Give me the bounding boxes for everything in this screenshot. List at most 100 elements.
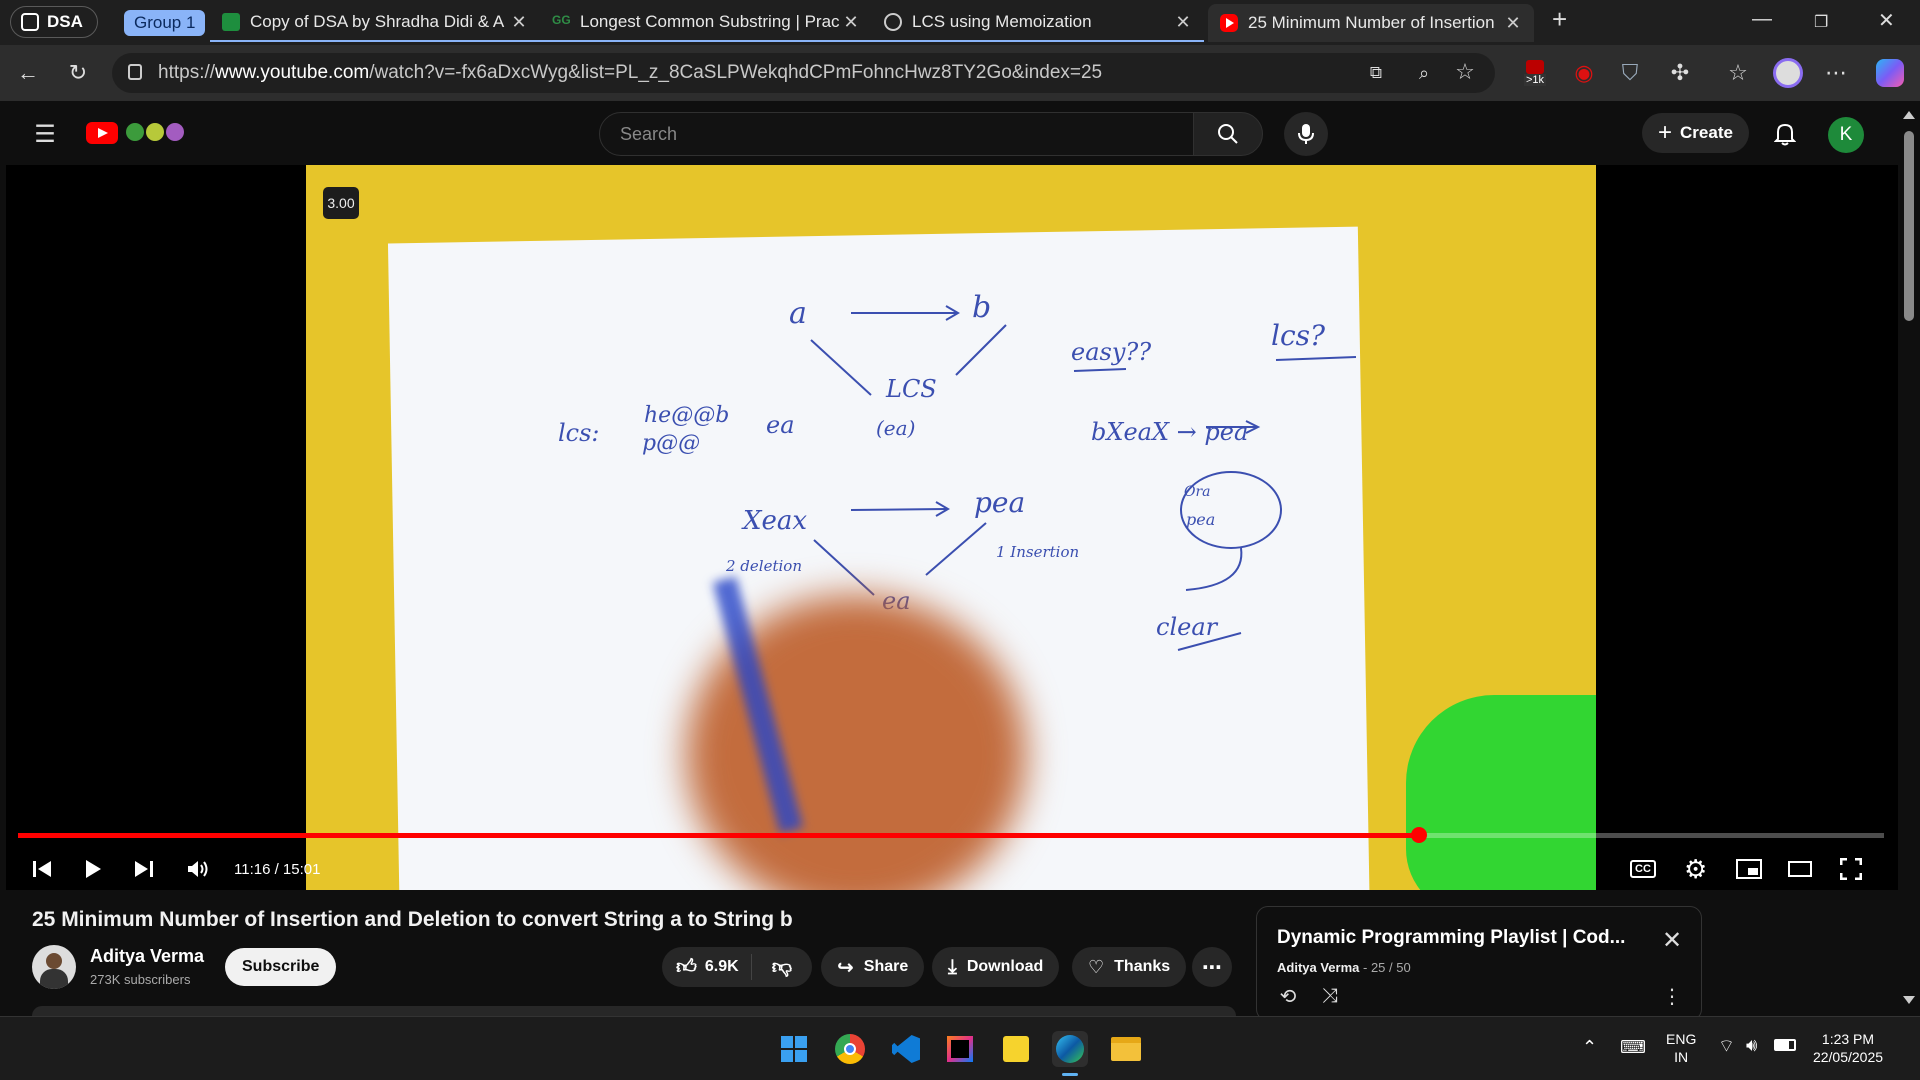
intellij-icon[interactable] xyxy=(942,1031,978,1067)
new-tab-icon[interactable]: + xyxy=(1552,4,1567,35)
zoom-icon[interactable]: ⌕ xyxy=(1412,61,1436,85)
vscode-icon[interactable] xyxy=(888,1031,924,1067)
close-tab-icon[interactable]: ✕ xyxy=(510,12,528,33)
show-hidden-icons-icon[interactable]: ⌃ xyxy=(1582,1037,1597,1058)
doodle-logo[interactable] xyxy=(124,121,188,145)
chrome-icon[interactable] xyxy=(832,1031,868,1067)
channel-name[interactable]: Aditya Verma xyxy=(90,946,204,967)
extension-record-icon[interactable]: ◉ xyxy=(1568,57,1600,89)
create-button[interactable]: + Create xyxy=(1642,113,1749,153)
favorite-star-icon[interactable]: ☆ xyxy=(1452,59,1478,85)
close-tab-icon[interactable]: ✕ xyxy=(1174,12,1192,33)
captions-button[interactable]: CC xyxy=(1630,849,1664,889)
edge-browser-icon[interactable] xyxy=(1052,1031,1088,1067)
playlist-author[interactable]: Aditya Verma xyxy=(1277,960,1359,975)
video-frame[interactable]: a b LCS (ea) lcs: he@@b p@@ ea easy?? lc… xyxy=(306,165,1596,890)
youtube-logo[interactable] xyxy=(86,122,118,144)
miniplayer-icon xyxy=(1736,859,1762,879)
previous-button[interactable] xyxy=(32,849,62,889)
wb-pea: pea xyxy=(974,486,1025,519)
tab-group-label[interactable]: Group 1 xyxy=(124,10,206,36)
share-icon: ↪ xyxy=(837,956,854,979)
close-playlist-icon[interactable]: ✕ xyxy=(1657,925,1687,955)
next-button[interactable] xyxy=(134,849,164,889)
fullscreen-button[interactable] xyxy=(1840,849,1874,889)
sticky-notes-icon[interactable] xyxy=(998,1031,1034,1067)
reload-icon[interactable]: ↻ xyxy=(62,57,94,89)
theater-mode-icon xyxy=(1788,861,1812,877)
thanks-button[interactable]: ♡ Thanks xyxy=(1072,947,1187,987)
dislike-button[interactable]: 👎︎ xyxy=(762,955,802,979)
extension-ublock-icon[interactable]: >1k xyxy=(1520,55,1550,91)
scrollbar-thumb[interactable] xyxy=(1904,131,1914,321)
favorites-icon[interactable]: ☆ xyxy=(1722,57,1754,89)
close-tab-icon[interactable]: ✕ xyxy=(842,12,860,33)
tab-longest-common-substring[interactable]: GG Longest Common Substring | Prac ✕ xyxy=(540,4,872,42)
clock-date: 22/05/2025 xyxy=(1812,1049,1884,1065)
clock[interactable]: 1:23 PM 22/05/2025 xyxy=(1808,1030,1888,1066)
tab-youtube-video[interactable]: 25 Minimum Number of Insertion ✕ xyxy=(1208,4,1534,42)
like-dislike-group: 👍︎ 6.9K 👎︎ xyxy=(662,947,812,987)
more-options-icon[interactable]: ⋯ xyxy=(1820,57,1852,89)
volume-button[interactable] xyxy=(186,849,216,889)
extension-shield-icon[interactable]: ⛉ xyxy=(1614,57,1646,89)
search-input[interactable]: Search xyxy=(599,112,1199,156)
scroll-up-icon[interactable] xyxy=(1903,111,1915,119)
close-window-icon[interactable]: ✕ xyxy=(1878,8,1895,33)
play-button[interactable] xyxy=(84,849,114,889)
windows-start-icon[interactable] xyxy=(776,1031,812,1067)
shuffle-icon[interactable]: ⤨ xyxy=(1315,981,1345,1011)
restore-icon[interactable]: ❐ xyxy=(1814,12,1828,32)
speaker-icon[interactable]: 🔊︎ xyxy=(1746,1035,1757,1056)
language-indicator[interactable]: ENG IN xyxy=(1666,1030,1696,1066)
tab-title: LCS using Memoization xyxy=(912,12,1092,31)
url-path: /watch?v=-fx6aDxcWyg&list=PL_z_8CaSLPWek… xyxy=(369,62,1103,83)
extensions-puzzle-icon[interactable]: ✣ xyxy=(1664,57,1696,89)
miniplayer-button[interactable] xyxy=(1736,849,1770,889)
channel-avatar[interactable] xyxy=(32,945,76,989)
loop-icon[interactable]: ⟲ xyxy=(1273,981,1303,1011)
workspace-label: DSA xyxy=(47,12,83,31)
workspace-button[interactable]: DSA xyxy=(10,6,98,38)
open-in-app-icon[interactable]: ⧉ xyxy=(1364,61,1388,85)
volume-icon xyxy=(188,861,208,877)
page-scrollbar[interactable] xyxy=(1898,101,1920,1016)
close-tab-icon[interactable]: ✕ xyxy=(1504,13,1522,34)
download-label: Download xyxy=(966,958,1044,975)
wifi-icon[interactable]: ⌔ xyxy=(1718,1035,1735,1058)
wb-word1: he@@b xyxy=(644,403,729,428)
playlist-title[interactable]: Dynamic Programming Playlist | Cod... xyxy=(1277,927,1647,949)
wb-easy: easy?? xyxy=(1071,338,1151,366)
copilot-icon[interactable] xyxy=(1872,55,1908,91)
tab-lcs-memoization[interactable]: LCS using Memoization ✕ xyxy=(872,4,1204,42)
workspace-icon xyxy=(21,13,39,31)
theater-mode-button[interactable] xyxy=(1788,849,1822,889)
url-field[interactable]: https://www.youtube.com/watch?v=-fx6aDxc… xyxy=(112,53,1495,93)
search-icon xyxy=(1218,124,1238,144)
download-button[interactable]: ⤓ Download xyxy=(932,947,1060,987)
like-button[interactable]: 👍︎ 6.9K xyxy=(662,954,752,980)
profile-icon[interactable] xyxy=(1770,55,1806,91)
video-player[interactable]: a b LCS (ea) lcs: he@@b p@@ ea easy?? lc… xyxy=(6,165,1898,890)
more-actions-button[interactable]: ⋯ xyxy=(1192,947,1232,987)
scroll-down-icon[interactable] xyxy=(1903,996,1915,1004)
search-button[interactable] xyxy=(1193,112,1263,156)
menu-icon[interactable]: ☰ xyxy=(28,117,62,151)
file-explorer-icon[interactable] xyxy=(1108,1031,1144,1067)
youtube-masthead: ☰ Search + Create K xyxy=(6,101,1898,165)
subscribe-button[interactable]: Subscribe xyxy=(225,948,337,986)
description-box-top[interactable] xyxy=(32,1006,1236,1016)
back-icon[interactable]: ← xyxy=(12,57,44,89)
minimize-icon[interactable]: — xyxy=(1752,8,1772,31)
progress-bar[interactable] xyxy=(18,827,1884,843)
progress-played xyxy=(18,833,1420,838)
share-button[interactable]: ↪ Share xyxy=(821,947,925,987)
avatar[interactable]: K xyxy=(1828,117,1864,153)
voice-search-button[interactable] xyxy=(1284,112,1328,156)
playlist-more-icon[interactable]: ⋮ xyxy=(1657,981,1687,1011)
battery-icon[interactable] xyxy=(1774,1039,1796,1051)
tab-dsa-sheet[interactable]: Copy of DSA by Shradha Didi & A ✕ xyxy=(210,4,540,42)
settings-gear-icon[interactable]: ⚙ xyxy=(1684,849,1718,889)
keyboard-icon[interactable]: ⌨ xyxy=(1620,1037,1646,1058)
notifications-bell-icon[interactable] xyxy=(1768,117,1802,151)
